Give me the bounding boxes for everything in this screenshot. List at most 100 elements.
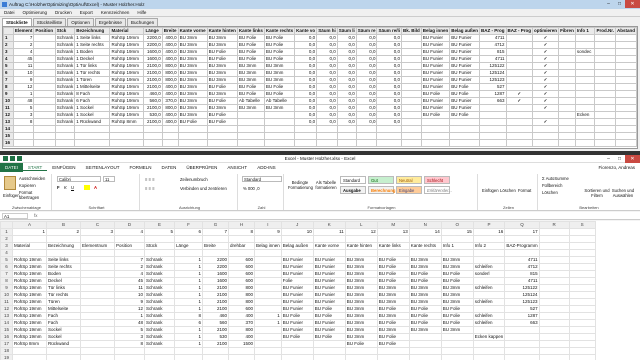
sheet-cell[interactable]: 8 [174,312,203,320]
excel-maximize-button[interactable]: □ [614,155,625,163]
row-number[interactable]: 9 [3,90,14,98]
sheet-cell[interactable]: 13 [376,228,410,236]
sheet-cell[interactable] [80,270,115,278]
sheet-cell[interactable] [538,242,570,250]
sheet-cell[interactable]: BU Funier [280,256,314,264]
maximize-button[interactable]: □ [614,0,625,8]
row-number[interactable]: 12 [3,111,14,119]
table-cell[interactable]: 400,0 [161,90,179,98]
sheet-cell[interactable] [472,277,506,285]
row-number[interactable]: 15 [3,132,14,140]
table-cell[interactable]: 663 [479,97,507,105]
row-header[interactable]: 15 [0,326,13,334]
sheet-cell[interactable] [202,235,229,243]
sheet-cell[interactable] [114,347,145,355]
row-number[interactable]: 1 [3,34,14,42]
column-header[interactable]: Kante links [236,27,265,35]
table-cell[interactable]: 400,0 [161,41,179,49]
column-header[interactable]: Fibren [558,27,576,35]
sheet-cell[interactable]: BU 3mm [440,326,474,334]
sheet-cell[interactable]: BU Funier [312,291,346,299]
sheet-cell[interactable]: BU 3mm [344,270,378,278]
row-header[interactable]: 18 [0,347,13,355]
sheet-cell[interactable] [202,354,229,360]
sheet-cell[interactable] [568,347,596,355]
table-cell[interactable]: 1 Rückwand [74,118,111,126]
sheet-cell[interactable] [568,249,596,257]
row-number[interactable]: 13 [3,118,14,126]
table-cell[interactable] [401,41,422,49]
table-cell[interactable] [33,139,56,147]
tab-ueberpruefen[interactable]: ÜBERPRÜFEN [181,165,222,170]
table-cell[interactable]: BU Folie [420,90,451,98]
sheet-cell[interactable]: 370 [228,319,255,327]
table-cell[interactable]: 0,0 [316,90,338,98]
table-cell[interactable]: 1 Deckel [74,55,111,63]
sheet-cell[interactable]: BU Folie [376,277,410,285]
font-name-select[interactable]: Calibri [57,176,101,182]
sheet-cell[interactable] [504,326,540,334]
table-cell[interactable] [505,62,534,70]
sheet-cell[interactable]: 125124 [504,291,540,299]
table-cell[interactable]: 8 Fach [74,90,111,98]
table-cell[interactable] [263,111,296,119]
sheet-cell[interactable]: 600 [228,270,255,278]
table-cell[interactable]: Schrank [54,48,76,56]
column-letter[interactable] [0,221,13,229]
table-cell[interactable] [574,139,596,147]
row-header[interactable]: 1 [0,228,13,236]
autosum-button[interactable]: Σ AutoSumme [542,176,569,181]
table-cell[interactable] [109,125,145,133]
sheet-cell[interactable] [504,354,540,360]
table-cell[interactable]: 560,0 [143,97,163,105]
table-cell[interactable] [177,125,208,133]
sheet-cell[interactable]: BU 3mm [408,284,442,292]
sheet-cell[interactable]: 2100 [202,305,229,313]
sheet-cell[interactable]: BU Funier [312,256,346,264]
table-cell[interactable]: BU 3mm [206,41,238,49]
style-gut[interactable]: Gut [368,176,394,184]
table-cell[interactable] [614,97,637,105]
sheet-cell[interactable] [408,235,442,243]
sheet-cell[interactable]: BU 3mm [344,312,378,320]
style-neutral[interactable]: Neutral [396,176,422,184]
sheet-cell[interactable]: Info 1 [440,242,474,250]
column-header[interactable]: Kante hinten [206,27,238,35]
table-cell[interactable] [449,118,481,126]
sheet-cell[interactable]: 400 [228,312,255,320]
table-cell[interactable]: BU 3mm [206,69,238,77]
sheet-cell[interactable]: Stück [144,242,175,250]
sheet-cell[interactable]: BU 3mm [344,256,378,264]
sheet-cell[interactable] [312,347,346,355]
sheet-cell[interactable] [80,305,115,313]
sheet-cell[interactable]: 600 [228,256,255,264]
table-cell[interactable]: ✓ [532,83,560,91]
sheet-cell[interactable] [472,249,506,257]
sheet-cell[interactable] [504,249,540,257]
table-cell[interactable]: ✓ [532,34,560,42]
table-cell[interactable]: 0,0 [376,69,402,77]
sheet-cell[interactable] [568,333,596,341]
table-cell[interactable]: BU 3mm [177,55,208,63]
table-cell[interactable] [401,125,422,133]
copy-button[interactable]: Kopieren [19,183,36,188]
sheet-cell[interactable] [12,235,47,243]
style-eingabe[interactable]: Eingabe [396,186,422,194]
table-cell[interactable]: 1 Boden [74,48,111,56]
table-cell[interactable]: BU Folie [236,41,265,49]
sheet-cell[interactable] [12,249,47,257]
table-cell[interactable]: 8 [12,118,35,126]
sheet-cell[interactable]: BU Folie [376,263,410,271]
table-cell[interactable] [558,139,576,147]
table-cell[interactable]: 125123 [479,76,507,84]
sheet-cell[interactable]: BU 3mm [440,263,474,271]
sheet-cell[interactable] [538,312,570,320]
row-header[interactable]: 6 [0,263,13,271]
table-cell[interactable]: RohSp 19mm [109,34,145,42]
sheet-cell[interactable]: BU Folie [312,305,346,313]
column-letter[interactable]: G [202,221,229,229]
sheet-cell[interactable]: 2100 [202,298,229,306]
row-header[interactable]: 3 [0,242,13,250]
sheet-cell[interactable]: 800 [228,326,255,334]
table-cell[interactable]: RohSp 19mm [109,104,145,112]
